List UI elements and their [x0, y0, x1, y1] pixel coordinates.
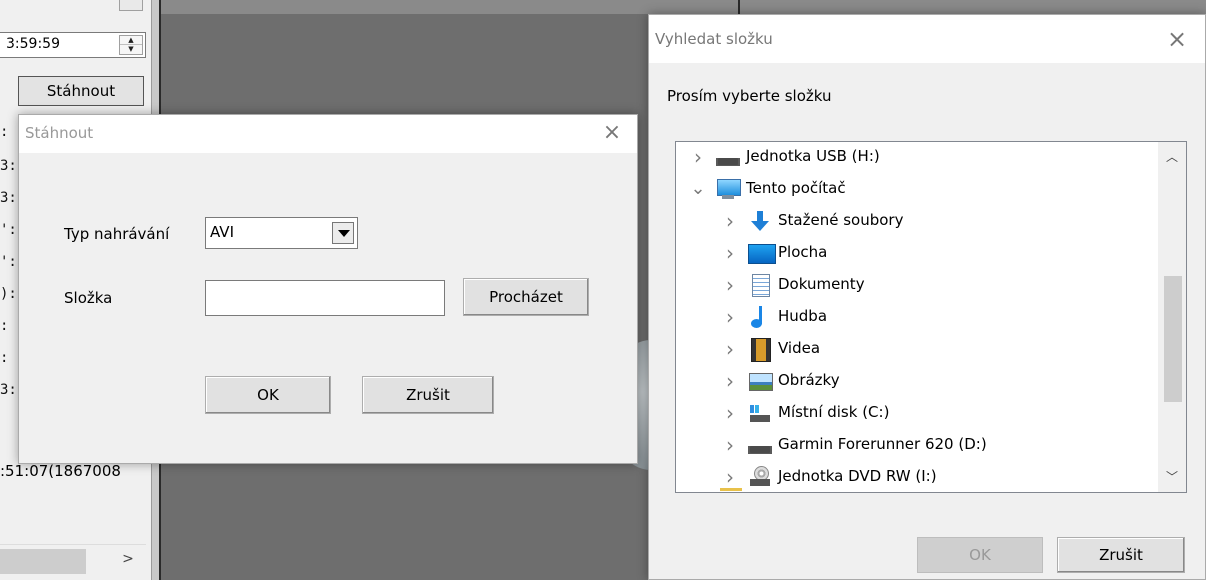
drive-icon [748, 434, 772, 456]
top-spin-control[interactable] [119, 0, 143, 11]
tree-item[interactable]: › Stažené soubory [676, 206, 1152, 238]
background-divider [738, 0, 740, 14]
tree-item-label: Plocha [778, 243, 828, 261]
folder-input[interactable] [205, 280, 445, 316]
scroll-thumb[interactable] [1164, 276, 1182, 402]
tree-item-label: Jednotka USB (H:) [746, 147, 880, 165]
spin-up-icon[interactable]: ▲ [120, 36, 142, 45]
tree-item-label: Videa [778, 339, 821, 357]
tree-item-label: Tento počítač [746, 179, 846, 197]
end-time-field[interactable]: 3:59:59 ▲ ▼ [0, 32, 146, 58]
tree-item-label: Garmin Forerunner 620 (D:) [778, 435, 987, 453]
download-dialog-titlebar[interactable]: Stáhnout × [19, 115, 637, 153]
ok-button: OK [917, 537, 1043, 573]
scroll-thumb[interactable] [0, 549, 86, 574]
list-item[interactable]: 3: [0, 158, 17, 174]
tree-item-label: Obrázky [778, 371, 840, 389]
tree-item[interactable]: › Místní disk (C:) [676, 398, 1152, 430]
chevron-right-icon[interactable]: › [722, 211, 738, 231]
browse-folder-dialog: Vyhledat složku × Prosím vyberte složku … [648, 14, 1206, 580]
folder-tree[interactable]: › Jednotka USB (H:) ⌄ Tento počítač › Stažené… [675, 141, 1187, 493]
list-item[interactable]: ): [0, 286, 17, 302]
tree-item-label: Jednotka DVD RW (I:) [778, 467, 937, 485]
browse-folder-title: Vyhledat složku [655, 30, 773, 48]
list-item[interactable]: 3: [0, 382, 17, 398]
local-disk-icon [748, 402, 772, 424]
end-time-spinner[interactable]: ▲ ▼ [119, 35, 143, 55]
this-pc-icon [716, 178, 741, 200]
download-dialog-title: Stáhnout [25, 124, 94, 142]
download-button[interactable]: Stáhnout [18, 76, 144, 106]
tree-item-label: Místní disk (C:) [778, 403, 890, 421]
list-item[interactable]: 3: [0, 190, 17, 206]
list-item[interactable]: :51:07(1867008 [0, 462, 121, 480]
chevron-right-icon[interactable]: › [722, 403, 738, 423]
list-item[interactable]: : [0, 318, 8, 334]
record-type-value: AVI [210, 223, 234, 241]
close-icon[interactable]: × [601, 121, 623, 145]
ok-button[interactable]: OK [205, 376, 331, 414]
downloads-icon [748, 210, 772, 232]
tree-item[interactable]: ⌄ Tento počítač [676, 174, 1152, 206]
tree-item[interactable]: › Videa [676, 334, 1152, 366]
usb-drive-icon [716, 146, 740, 168]
chevron-right-icon[interactable]: › [722, 339, 738, 359]
end-time-value: 3:59:59 [6, 36, 60, 52]
scroll-up-icon[interactable]: ︿ [1158, 144, 1186, 170]
tree-item[interactable]: › Garmin Forerunner 620 (D:) [676, 430, 1152, 462]
chevron-right-icon[interactable]: › [722, 435, 738, 455]
tree-item[interactable]: › Jednotka USB (H:) [676, 142, 1152, 174]
browse-button[interactable]: Procházet [463, 278, 589, 316]
record-type-label: Typ nahrávání [64, 225, 170, 243]
list-item[interactable]: : [0, 124, 8, 140]
tree-item-label: Stažené soubory [778, 211, 904, 229]
background-right-strip [161, 0, 1206, 14]
tree-item[interactable]: › Hudba [676, 302, 1152, 334]
cancel-button[interactable]: Zrušit [362, 376, 494, 414]
horizontal-scrollbar[interactable]: > [0, 544, 146, 577]
videos-icon [748, 338, 772, 362]
pictures-icon [748, 370, 773, 392]
folder-prompt: Prosím vyberte složku [667, 87, 832, 105]
list-item[interactable]: ': [0, 254, 17, 270]
scroll-right-icon[interactable]: > [116, 551, 140, 571]
music-icon [748, 306, 772, 328]
record-type-select[interactable]: AVI [205, 217, 358, 249]
list-item[interactable]: ': [0, 222, 17, 238]
spin-down-icon[interactable]: ▼ [120, 45, 142, 54]
chevron-right-icon[interactable]: › [722, 275, 738, 295]
folder-label: Složka [64, 289, 113, 307]
chevron-down-icon[interactable] [332, 222, 354, 244]
chevron-right-icon[interactable]: › [722, 243, 738, 263]
close-icon[interactable]: × [1165, 27, 1189, 51]
tree-item[interactable]: › Plocha [676, 238, 1152, 270]
chevron-right-icon[interactable]: › [722, 467, 738, 487]
tree-vertical-scrollbar[interactable]: ︿ ﹀ [1158, 142, 1186, 492]
scroll-down-icon[interactable]: ﹀ [1158, 464, 1186, 490]
desktop-icon [748, 242, 776, 264]
tree-item-label: Dokumenty [778, 275, 865, 293]
list-item[interactable]: : [0, 350, 8, 366]
chevron-right-icon[interactable]: › [722, 371, 738, 391]
tree-item[interactable]: › Jednotka DVD RW (I:) [676, 462, 1152, 492]
cancel-button[interactable]: Zrušit [1057, 537, 1185, 573]
dvd-drive-icon [748, 466, 772, 488]
chevron-right-icon[interactable]: › [722, 307, 738, 327]
tree-item[interactable]: › Dokumenty [676, 270, 1152, 302]
tree-item-label: Hudba [778, 307, 828, 325]
chevron-down-icon[interactable]: ⌄ [690, 180, 706, 198]
partial-folder-icon [720, 488, 742, 491]
download-dialog: Stáhnout × Typ nahrávání AVI Složka Proc… [18, 114, 638, 464]
tree-item[interactable]: › Obrázky [676, 366, 1152, 398]
chevron-right-icon[interactable]: › [690, 147, 706, 167]
documents-icon [748, 274, 772, 297]
browse-folder-titlebar[interactable]: Vyhledat složku × [649, 15, 1205, 63]
